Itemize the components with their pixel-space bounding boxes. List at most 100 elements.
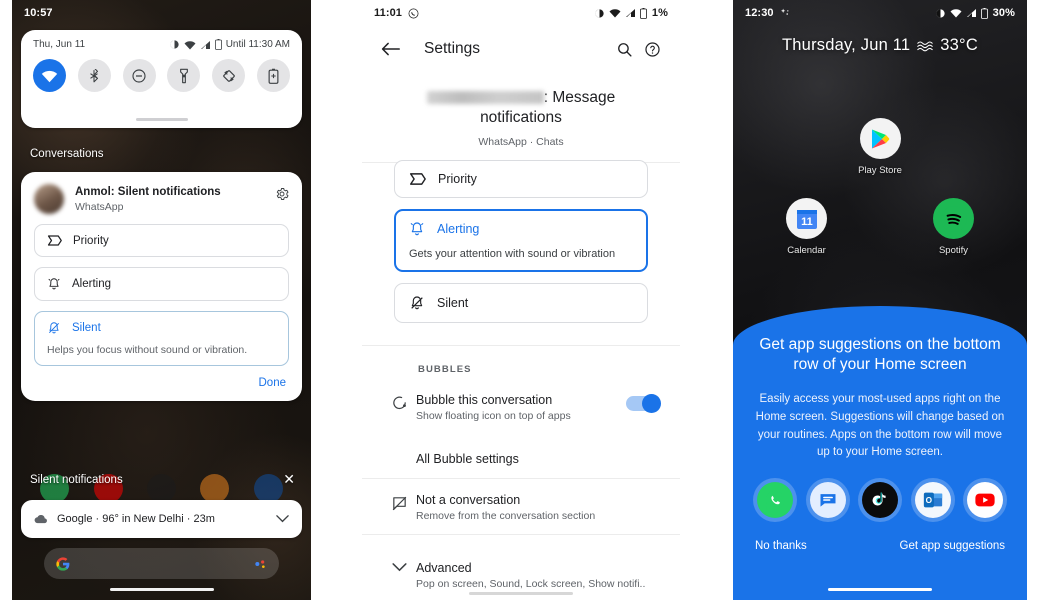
notification-header: Anmol: Silent notifications WhatsApp: [34, 184, 289, 214]
qs-tile-flashlight[interactable]: [167, 59, 201, 92]
notification-option-priority[interactable]: Priority: [34, 224, 289, 257]
weather-wave-icon: [917, 40, 934, 52]
app-suggestions-sheet: Get app suggestions on the bottom row of…: [733, 306, 1027, 600]
bubble-icon: [382, 392, 416, 412]
notification-importance-options: Priority Alerting Gets your attention wi…: [362, 152, 680, 334]
at-a-glance-widget[interactable]: Thursday, Jun 11 33°C: [733, 36, 1027, 55]
row-not-a-conversation[interactable]: Not a conversation Remove from the conve…: [362, 492, 680, 524]
settings-option-priority[interactable]: Priority: [394, 160, 648, 198]
option-label: Priority: [438, 172, 477, 186]
svg-text:11: 11: [801, 216, 813, 228]
row-description: Remove from the conversation section: [416, 510, 596, 523]
tiktok-icon: [862, 482, 898, 519]
quick-settings-card[interactable]: Thu, Jun 11 Until 11:30 AM: [21, 30, 302, 128]
app-label: Play Store: [858, 165, 902, 176]
option-label: Silent: [437, 296, 469, 310]
cellular-signal-icon: [625, 8, 636, 18]
bubble-toggle[interactable]: [626, 394, 661, 413]
spotify-icon: [933, 198, 974, 239]
hero-header: : Message notifications WhatsApp · Chats: [362, 72, 680, 164]
status-bar-time: 12:30: [745, 7, 774, 19]
cellular-signal-icon: [200, 40, 211, 50]
status-bar: 10:57: [12, 0, 311, 26]
battery-percentage: 1%: [651, 7, 668, 19]
navigation-handle[interactable]: [828, 588, 932, 591]
close-icon[interactable]: ✕: [283, 472, 295, 486]
weather-text: Google · 96° in New Delhi · 23m: [57, 513, 215, 525]
priority-icon: [409, 172, 426, 186]
app-icon-dark: [146, 473, 176, 503]
done-button[interactable]: Done: [34, 366, 289, 393]
assistant-icon[interactable]: [252, 556, 268, 572]
glance-temp: 33°C: [940, 36, 978, 54]
qs-tile-wifi[interactable]: [33, 59, 66, 92]
divider: [362, 478, 680, 479]
row-advanced[interactable]: Advanced Pop on screen, Sound, Lock scre…: [362, 560, 680, 592]
redacted-contact-name: [426, 91, 544, 104]
outlook-icon: O: [914, 482, 951, 519]
battery-icon: [980, 7, 988, 19]
back-icon[interactable]: [376, 35, 404, 63]
phone-panel-home-screen: 12:30 30% Thursday, Jun 11 33°C Play Sto…: [733, 0, 1027, 600]
app-label: Calendar: [787, 245, 826, 256]
google-search-bar[interactable]: [44, 548, 279, 579]
priority-icon: [47, 234, 62, 247]
dnd-until-text: Until 11:30 AM: [225, 39, 290, 50]
chevron-down-icon[interactable]: [276, 515, 289, 523]
wifi-icon: [609, 8, 621, 18]
app-play-store[interactable]: Play Store: [733, 118, 1027, 176]
bell-off-icon: [409, 295, 425, 311]
notification-option-silent[interactable]: Silent Helps you focus without sound or …: [34, 311, 289, 366]
battery-icon: [639, 7, 647, 19]
quick-settings-header: Thu, Jun 11 Until 11:30 AM: [21, 30, 302, 50]
svg-text:O: O: [925, 496, 932, 505]
settings-option-silent[interactable]: Silent: [394, 283, 648, 323]
chevron-down-icon[interactable]: [382, 560, 416, 572]
dnd-status-icon: [594, 8, 605, 19]
dnd-status-icon: [169, 39, 180, 50]
get-app-suggestions-button[interactable]: Get app suggestions: [900, 540, 1006, 552]
conversation-notification-card[interactable]: Anmol: Silent notifications WhatsApp Pri…: [21, 172, 302, 401]
notification-option-alerting[interactable]: Alerting: [34, 267, 289, 301]
app-spotify[interactable]: Spotify: [880, 198, 1027, 256]
navigation-handle[interactable]: [469, 592, 573, 595]
qs-tile-auto-rotate[interactable]: [212, 59, 246, 92]
bell-icon: [409, 221, 425, 237]
row-title: All Bubble settings: [416, 452, 519, 466]
app-calendar[interactable]: 11 Calendar: [733, 198, 880, 256]
quick-settings-handle[interactable]: [135, 118, 188, 121]
app-row-2: 11 Calendar Spotify: [733, 198, 1027, 256]
weather-notification[interactable]: Google · 96° in New Delhi · 23m: [21, 500, 302, 538]
glance-date: Thursday, Jun 11: [782, 36, 911, 54]
qs-date: Thu, Jun 11: [33, 39, 86, 50]
gear-icon[interactable]: [275, 187, 289, 201]
avatar: [34, 184, 64, 214]
qs-tile-battery-saver[interactable]: [256, 59, 290, 92]
status-bar: 11:01 1%: [362, 0, 680, 26]
row-bubble-this-conversation[interactable]: Bubble this conversation Show floating i…: [362, 392, 680, 424]
battery-icon: [214, 39, 222, 50]
row-title: Bubble this conversation: [416, 393, 553, 407]
settings-option-alerting[interactable]: Alerting Gets your attention with sound …: [394, 209, 648, 272]
bell-icon: [47, 277, 61, 291]
row-all-bubble-settings[interactable]: All Bubble settings: [362, 451, 680, 467]
app-label: Spotify: [938, 245, 969, 256]
sheet-heading: Get app suggestions on the bottom row of…: [759, 336, 1001, 374]
option-label: Priority: [73, 234, 109, 247]
bell-off-icon: [47, 321, 61, 335]
bubbles-section-header: BUBBLES: [418, 364, 472, 375]
home-app-grid: Play Store 11 Calendar Spotify: [733, 118, 1027, 256]
not-conversation-icon: [382, 492, 416, 512]
page-title: Settings: [424, 40, 481, 57]
qs-tile-do-not-disturb[interactable]: [122, 59, 156, 92]
qs-tile-bluetooth[interactable]: [77, 59, 111, 92]
whatsapp-status-icon: [408, 8, 419, 19]
help-icon[interactable]: [638, 35, 666, 63]
cloud-icon: [34, 514, 48, 524]
no-thanks-button[interactable]: No thanks: [755, 540, 807, 552]
navigation-handle[interactable]: [109, 588, 214, 591]
search-icon[interactable]: [610, 35, 638, 63]
quick-settings-tiles: [21, 50, 302, 92]
divider: [362, 534, 680, 535]
app-icon-orange: [200, 473, 230, 503]
